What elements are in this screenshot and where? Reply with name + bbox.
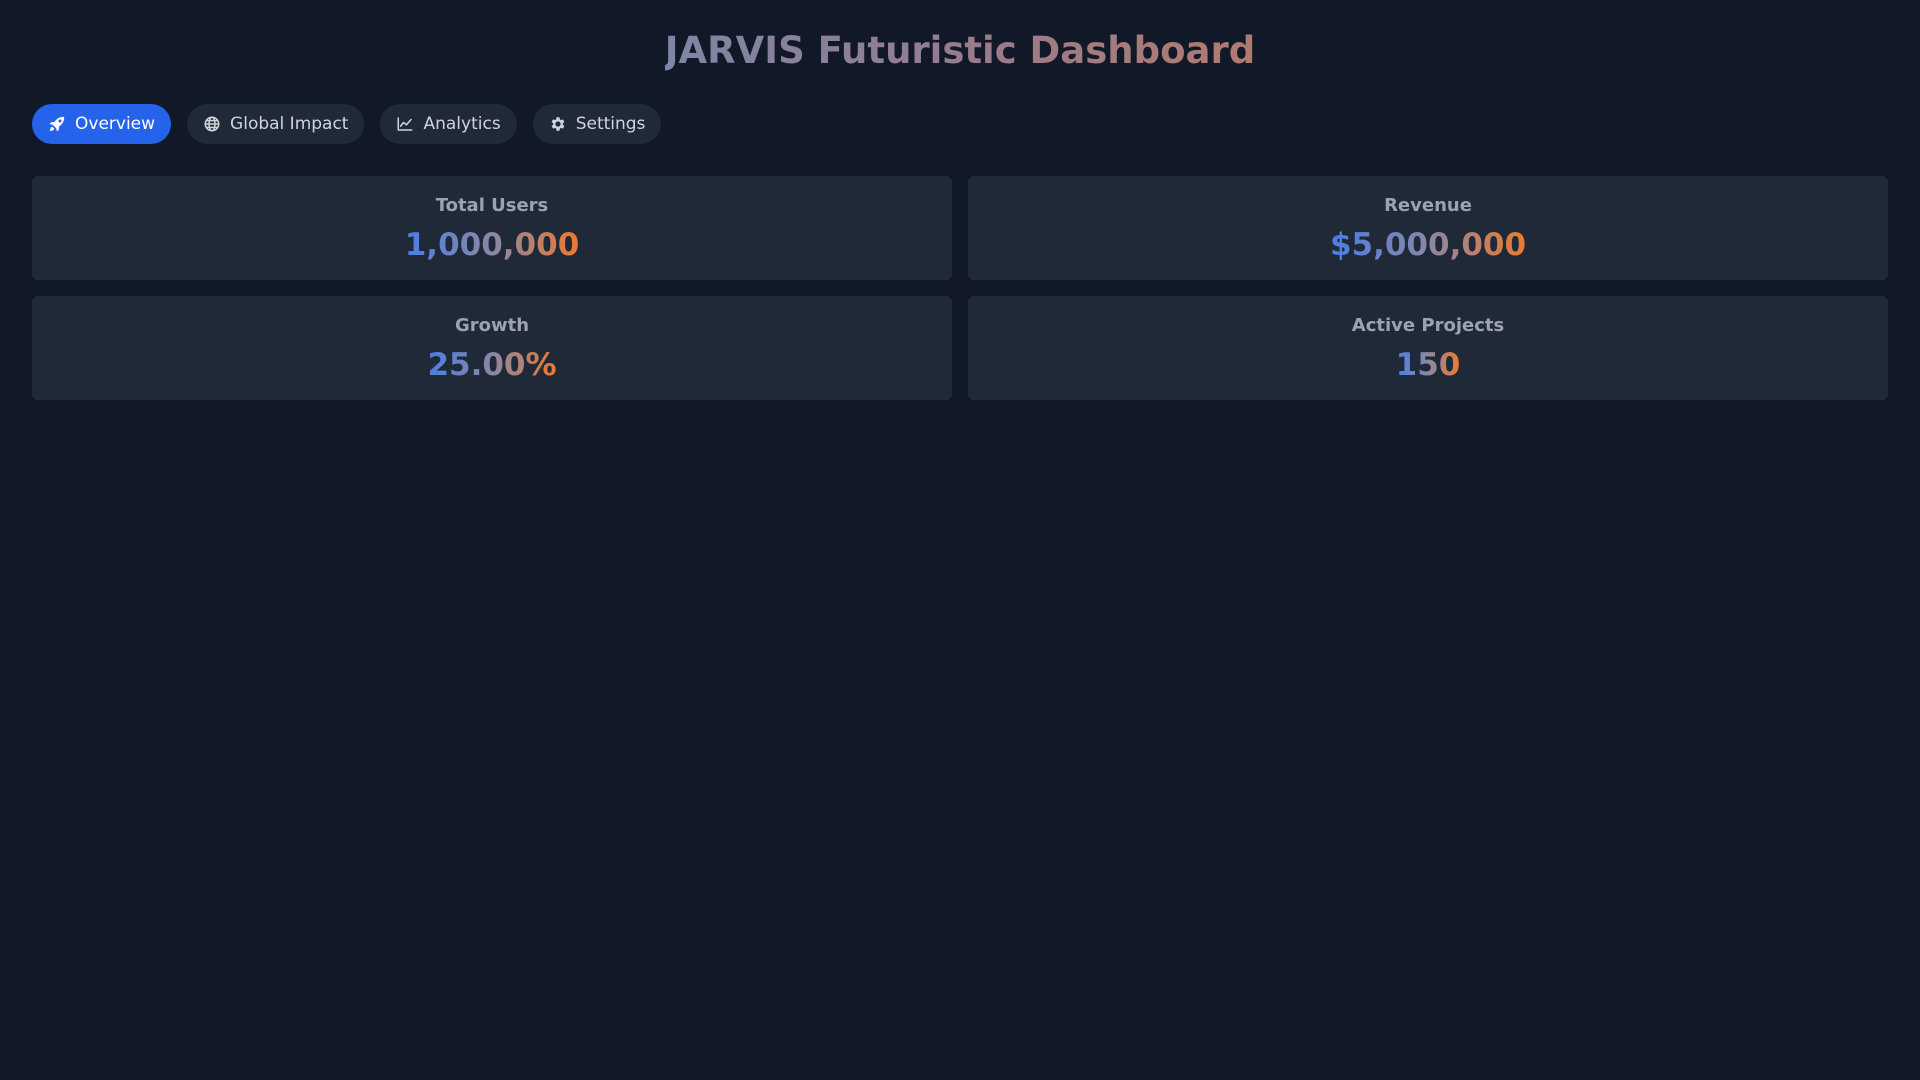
dashboard-page: JARVIS Futuristic Dashboard Overview Glo…	[0, 0, 1920, 1080]
stat-label: Active Projects	[1351, 315, 1505, 336]
globe-icon	[203, 115, 221, 133]
stat-value: 150	[1395, 347, 1461, 383]
tab-label: Analytics	[423, 114, 501, 134]
stat-label: Total Users	[435, 195, 549, 216]
stat-label: Growth	[454, 315, 530, 336]
tab-label: Settings	[575, 114, 646, 134]
stat-card-revenue: Revenue $5,000,000	[968, 176, 1888, 280]
stat-label: Revenue	[1384, 195, 1472, 216]
stat-card-active-projects: Active Projects 150	[968, 296, 1888, 400]
stat-value: 1,000,000	[404, 227, 580, 263]
stat-card-total-users: Total Users 1,000,000	[32, 176, 952, 280]
tab-label: Overview	[75, 114, 156, 134]
gear-icon	[549, 115, 567, 133]
tab-bar: Overview Global Impact Analytics Setting…	[32, 104, 1888, 144]
stat-card-growth: Growth 25.00%	[32, 296, 952, 400]
tab-overview[interactable]: Overview	[32, 104, 172, 144]
tab-settings[interactable]: Settings	[532, 104, 662, 144]
rocket-icon	[48, 115, 66, 133]
stat-value: 25.00%	[427, 347, 557, 383]
header: JARVIS Futuristic Dashboard	[32, 0, 1888, 72]
stats-grid: Total Users 1,000,000 Revenue $5,000,000…	[32, 176, 1888, 400]
chart-line-icon	[396, 115, 414, 133]
page-title: JARVIS Futuristic Dashboard	[665, 0, 1255, 72]
tab-analytics[interactable]: Analytics	[380, 104, 517, 144]
tab-global-impact[interactable]: Global Impact	[187, 104, 365, 144]
tab-label: Global Impact	[230, 114, 349, 134]
stat-value: $5,000,000	[1329, 227, 1527, 263]
